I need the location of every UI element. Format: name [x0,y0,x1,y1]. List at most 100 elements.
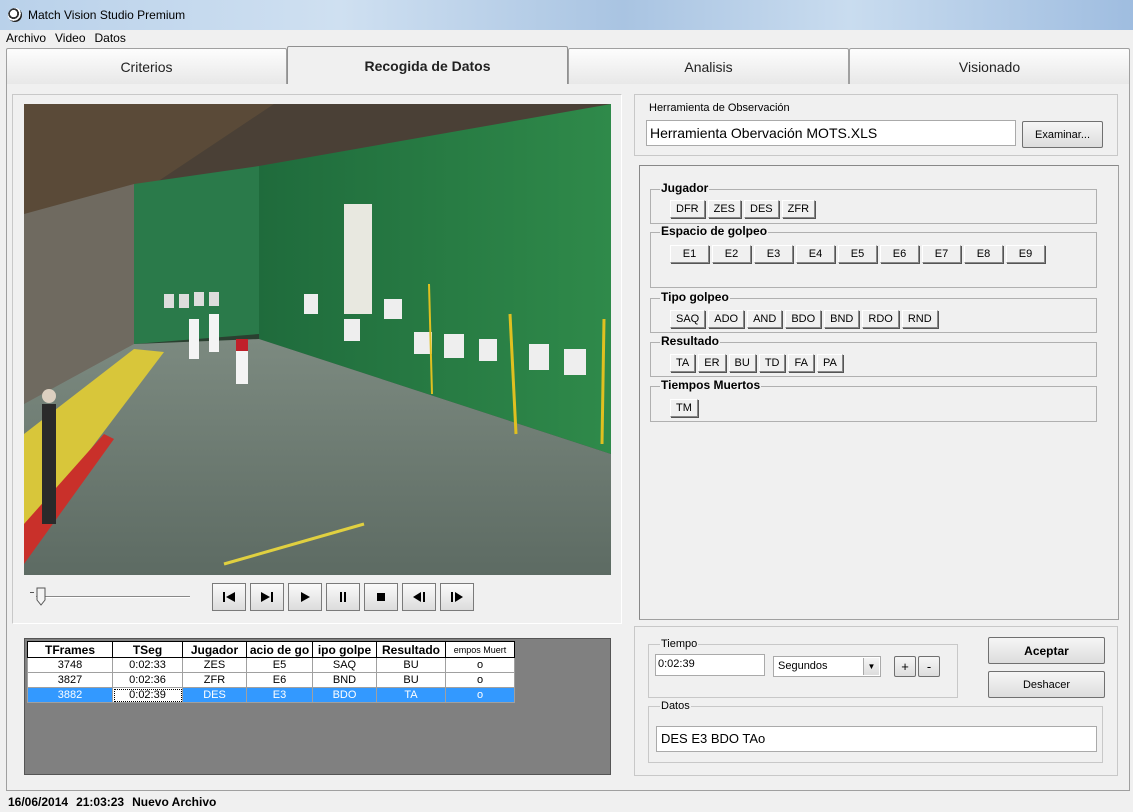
browse-button[interactable]: Examinar... [1022,121,1103,148]
criterion-button[interactable]: BU [728,354,756,372]
observation-tool-field[interactable]: Herramienta Obervación MOTS.XLS [646,120,1016,146]
criterion-button[interactable]: TD [758,354,786,372]
table-cell[interactable]: 3882 [27,687,113,703]
criteria-legend: Tiempos Muertos [660,378,762,392]
criterion-button[interactable]: RND [901,310,938,328]
table-cell[interactable]: DES [182,687,247,703]
pause-button[interactable] [326,583,360,611]
column-header[interactable]: Resultado [376,641,446,658]
criterion-button[interactable]: ER [698,354,726,372]
table-row[interactable]: 3827 0:02:36 ZFR E6 BND BU o [27,672,515,688]
table-cell[interactable]: E6 [246,672,313,688]
table-cell[interactable]: 0:02:36 [112,672,183,688]
app-soccer-ball-icon [8,8,22,22]
criterion-button[interactable]: E3 [754,245,793,263]
criterion-button[interactable]: E9 [1006,245,1045,263]
table-row[interactable]: 3748 0:02:33 ZES E5 SAQ BU o [27,657,515,673]
accept-button[interactable]: Aceptar [988,637,1105,664]
frame-back-icon [413,592,425,602]
table-cell[interactable]: E5 [246,657,313,673]
column-header[interactable]: ipo golpe [312,641,377,658]
criterion-button[interactable]: SAQ [670,310,706,328]
time-field[interactable]: 0:02:39 [655,654,765,676]
table-cell-focused[interactable]: 0:02:39 [112,687,183,703]
menu-archivo[interactable]: Archivo [6,31,46,45]
chevron-down-icon[interactable]: ▼ [863,658,879,675]
frame-back-button[interactable] [402,583,436,611]
column-header[interactable]: acio de go [246,641,313,658]
criterion-button[interactable]: DES [744,200,779,218]
increment-button[interactable]: + [894,656,916,677]
table-cell[interactable]: BU [376,672,446,688]
skip-to-start-icon [223,592,235,602]
table-cell[interactable]: ZFR [182,672,247,688]
seek-slider-thumb[interactable] [36,587,46,606]
criterion-button[interactable]: E7 [922,245,961,263]
criterion-button[interactable]: TM [670,399,698,417]
table-cell[interactable]: 3827 [27,672,113,688]
criteria-values-espacio: E1 E2 E3 E4 E5 E6 E7 E8 E9 [670,245,1048,263]
criterion-button[interactable]: ADO [708,310,745,328]
table-cell[interactable]: o [445,657,515,673]
table-cell[interactable]: 3748 [27,657,113,673]
tab-criterios[interactable]: Criterios [6,48,287,84]
data-table[interactable]: TFrames TSeg Jugador acio de go ipo golp… [27,641,515,703]
criterion-button[interactable]: E2 [712,245,751,263]
criterion-button[interactable]: E6 [880,245,919,263]
time-unit-select[interactable]: Segundos ▼ [773,656,881,677]
play-button[interactable] [288,583,322,611]
table-cell[interactable]: SAQ [312,657,377,673]
column-header[interactable]: Jugador [182,641,247,658]
criteria-legend: Jugador [660,181,710,195]
criterion-button[interactable]: TA [670,354,696,372]
criterion-button[interactable]: E5 [838,245,877,263]
table-cell[interactable]: ZES [182,657,247,673]
tab-visionado[interactable]: Visionado [849,48,1130,84]
table-cell[interactable]: BDO [312,687,377,703]
undo-button[interactable]: Deshacer [988,671,1105,698]
menu-video[interactable]: Video [55,31,85,45]
table-cell[interactable]: TA [376,687,446,703]
criterion-button[interactable]: DFR [670,200,705,218]
criteria-legend: Tipo golpeo [660,290,730,304]
frame-forward-button[interactable] [440,583,474,611]
criterion-button[interactable]: FA [788,354,814,372]
criterion-button[interactable]: PA [816,354,843,372]
criterion-button[interactable]: ZES [707,200,742,218]
tab-analisis[interactable]: Analisis [568,48,849,84]
decrement-button[interactable]: - [918,656,940,677]
tab-recogida-de-datos[interactable]: Recogida de Datos [287,46,568,84]
stop-button[interactable] [364,583,398,611]
table-cell[interactable]: BND [312,672,377,688]
table-header-row: TFrames TSeg Jugador acio de go ipo golp… [27,641,515,658]
criterion-button[interactable]: BDO [785,310,822,328]
criteria-legend: Resultado [660,334,721,348]
table-cell[interactable]: o [445,687,515,703]
criterion-button[interactable]: E4 [796,245,835,263]
video-player[interactable] [24,104,611,575]
criterion-button[interactable]: E1 [670,245,709,263]
video-frame-image [24,104,611,575]
criterion-button[interactable]: BND [824,310,860,328]
criterion-button[interactable]: AND [747,310,783,328]
criterion-button[interactable]: RDO [862,310,899,328]
step-forward-button[interactable] [250,583,284,611]
criterion-button[interactable]: ZFR [781,200,816,218]
column-header[interactable]: TSeg [112,641,183,658]
column-header[interactable]: TFrames [27,641,113,658]
criteria-legend: Espacio de golpeo [660,224,769,238]
table-row-selected[interactable]: 3882 0:02:39 DES E3 BDO TA o [27,687,515,703]
table-cell[interactable]: E3 [246,687,313,703]
column-header[interactable]: empos Muert [445,641,515,658]
criterion-button[interactable]: E8 [964,245,1003,263]
data-field[interactable]: DES E3 BDO TAo [656,726,1097,752]
data-table-area[interactable]: TFrames TSeg Jugador acio de go ipo golp… [24,638,611,775]
table-cell[interactable]: BU [376,657,446,673]
table-cell[interactable]: 0:02:33 [112,657,183,673]
table-cell[interactable]: o [445,672,515,688]
menu-datos[interactable]: Datos [95,31,126,45]
status-date: 16/06/2014 [8,795,69,809]
observation-tool-legend: Herramienta de Observación [648,102,791,114]
seek-slider-track[interactable] [36,596,190,598]
skip-to-start-button[interactable] [212,583,246,611]
